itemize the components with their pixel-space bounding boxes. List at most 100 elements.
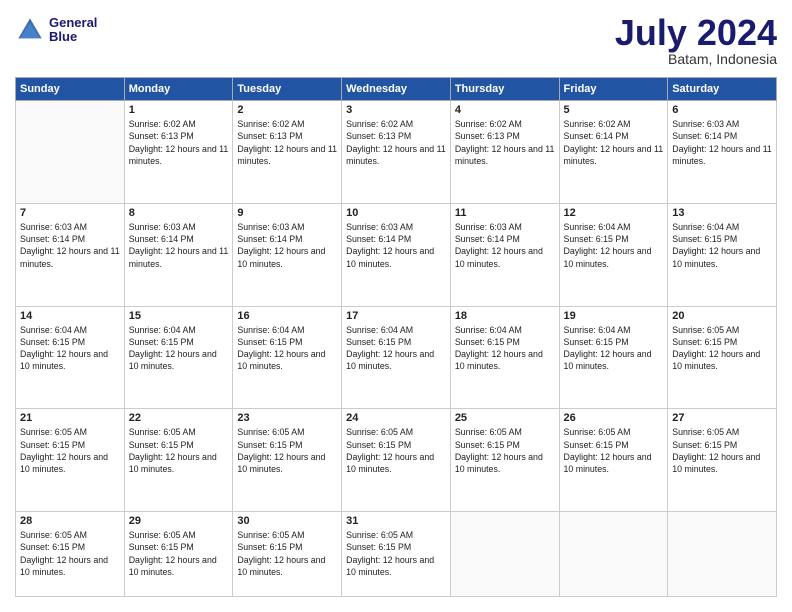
day-info: Sunrise: 6:04 AMSunset: 6:15 PMDaylight:… (564, 324, 664, 373)
header: General Blue July 2024 Batam, Indonesia (15, 15, 777, 67)
calendar-cell: 18Sunrise: 6:04 AMSunset: 6:15 PMDayligh… (450, 306, 559, 409)
calendar-cell: 15Sunrise: 6:04 AMSunset: 6:15 PMDayligh… (124, 306, 233, 409)
day-info: Sunrise: 6:05 AMSunset: 6:15 PMDaylight:… (129, 529, 229, 578)
calendar-cell: 8Sunrise: 6:03 AMSunset: 6:14 PMDaylight… (124, 203, 233, 306)
day-info: Sunrise: 6:03 AMSunset: 6:14 PMDaylight:… (455, 221, 555, 270)
day-number: 3 (346, 104, 446, 116)
day-number: 16 (237, 310, 337, 322)
day-number: 11 (455, 207, 555, 219)
calendar-cell: 17 Sunrise: 6:04 AMSunset: 6:15 PMDayligh… (342, 306, 451, 409)
calendar-week-row: 21 Sunrise: 6:05 AMSunset: 6:15 PMDayligh… (16, 409, 777, 512)
weekday-header: Saturday (668, 78, 777, 101)
day-number: 27 (672, 412, 772, 424)
day-number: 6 (672, 104, 772, 116)
calendar-cell: 27 Sunrise: 6:05 AMSunset: 6:15 PMDayligh… (668, 409, 777, 512)
logo-line2: Blue (49, 30, 97, 44)
day-info: Sunrise: 6:03 AMSunset: 6:14 PMDaylight:… (237, 221, 337, 270)
day-info: Sunrise: 6:04 AMSunset: 6:15 PMDaylight:… (564, 221, 664, 270)
day-number: 15 (129, 310, 229, 322)
day-number: 5 (564, 104, 664, 116)
calendar-cell: 12 Sunrise: 6:04 AMSunset: 6:15 PMDayligh… (559, 203, 668, 306)
calendar-cell: 29 Sunrise: 6:05 AMSunset: 6:15 PMDayligh… (124, 512, 233, 597)
calendar-cell: 20Sunrise: 6:05 AMSunset: 6:15 PMDayligh… (668, 306, 777, 409)
calendar-cell: 10 Sunrise: 6:03 AMSunset: 6:14 PMDayligh… (342, 203, 451, 306)
calendar-week-row: 28 Sunrise: 6:05 AMSunset: 6:15 PMDayligh… (16, 512, 777, 597)
day-info: Sunrise: 6:05 AMSunset: 6:15 PMDaylight:… (20, 529, 120, 578)
day-info: Sunrise: 6:02 AMSunset: 6:14 PMDaylight:… (564, 118, 664, 167)
day-info: Sunrise: 6:04 AMSunset: 6:15 PMDaylight:… (20, 324, 120, 373)
calendar-cell: 14 Sunrise: 6:04 AMSunset: 6:15 PMDayligh… (16, 306, 125, 409)
day-number: 24 (346, 412, 446, 424)
day-info: Sunrise: 6:03 AMSunset: 6:14 PMDaylight:… (20, 221, 120, 270)
weekday-header: Thursday (450, 78, 559, 101)
calendar-cell: 31 Sunrise: 6:05 AMSunset: 6:15 PMDayligh… (342, 512, 451, 597)
calendar-header-row: SundayMondayTuesdayWednesdayThursdayFrid… (16, 78, 777, 101)
title-block: July 2024 Batam, Indonesia (615, 15, 777, 67)
day-info: Sunrise: 6:02 AMSunset: 6:13 PMDaylight:… (237, 118, 337, 167)
day-number: 20 (672, 310, 772, 322)
calendar-table: SundayMondayTuesdayWednesdayThursdayFrid… (15, 77, 777, 597)
day-number: 17 (346, 310, 446, 322)
calendar-cell: 21 Sunrise: 6:05 AMSunset: 6:15 PMDayligh… (16, 409, 125, 512)
day-info: Sunrise: 6:02 AMSunset: 6:13 PMDaylight:… (455, 118, 555, 167)
day-number: 31 (346, 515, 446, 527)
calendar-cell: 23Sunrise: 6:05 AMSunset: 6:15 PMDayligh… (233, 409, 342, 512)
calendar-cell: 7Sunrise: 6:03 AMSunset: 6:14 PMDaylight… (16, 203, 125, 306)
day-info: Sunrise: 6:02 AMSunset: 6:13 PMDaylight:… (346, 118, 446, 167)
day-number: 26 (564, 412, 664, 424)
calendar-cell: 16Sunrise: 6:04 AMSunset: 6:15 PMDayligh… (233, 306, 342, 409)
day-info: Sunrise: 6:03 AMSunset: 6:14 PMDaylight:… (672, 118, 772, 167)
calendar-cell: 13Sunrise: 6:04 AMSunset: 6:15 PMDayligh… (668, 203, 777, 306)
day-number: 19 (564, 310, 664, 322)
day-info: Sunrise: 6:04 AMSunset: 6:15 PMDaylight:… (346, 324, 446, 373)
day-info: Sunrise: 6:05 AMSunset: 6:15 PMDaylight:… (672, 426, 772, 475)
calendar-cell: 6 Sunrise: 6:03 AMSunset: 6:14 PMDaylight… (668, 101, 777, 204)
weekday-header: Wednesday (342, 78, 451, 101)
page: General Blue July 2024 Batam, Indonesia … (0, 0, 792, 612)
day-info: Sunrise: 6:05 AMSunset: 6:15 PMDaylight:… (346, 426, 446, 475)
day-number: 13 (672, 207, 772, 219)
day-number: 30 (237, 515, 337, 527)
calendar-week-row: 7Sunrise: 6:03 AMSunset: 6:14 PMDaylight… (16, 203, 777, 306)
calendar-cell: 22 Sunrise: 6:05 AMSunset: 6:15 PMDayligh… (124, 409, 233, 512)
day-number: 25 (455, 412, 555, 424)
day-info: Sunrise: 6:05 AMSunset: 6:15 PMDaylight:… (237, 529, 337, 578)
calendar-cell: 5 Sunrise: 6:02 AMSunset: 6:14 PMDaylight… (559, 101, 668, 204)
day-info: Sunrise: 6:05 AMSunset: 6:15 PMDaylight:… (346, 529, 446, 578)
day-number: 14 (20, 310, 120, 322)
day-number: 23 (237, 412, 337, 424)
day-info: Sunrise: 6:03 AMSunset: 6:14 PMDaylight:… (129, 221, 229, 270)
weekday-header: Friday (559, 78, 668, 101)
day-number: 10 (346, 207, 446, 219)
day-info: Sunrise: 6:05 AMSunset: 6:15 PMDaylight:… (455, 426, 555, 475)
calendar-cell: 25 Sunrise: 6:05 AMSunset: 6:15 PMDayligh… (450, 409, 559, 512)
day-number: 9 (237, 207, 337, 219)
day-number: 29 (129, 515, 229, 527)
calendar-cell: 9 Sunrise: 6:03 AMSunset: 6:14 PMDaylight… (233, 203, 342, 306)
day-number: 28 (20, 515, 120, 527)
day-number: 21 (20, 412, 120, 424)
day-info: Sunrise: 6:02 AMSunset: 6:13 PMDaylight:… (129, 118, 229, 167)
day-info: Sunrise: 6:05 AMSunset: 6:15 PMDaylight:… (129, 426, 229, 475)
day-number: 18 (455, 310, 555, 322)
weekday-header: Sunday (16, 78, 125, 101)
title-location: Batam, Indonesia (615, 51, 777, 67)
day-number: 22 (129, 412, 229, 424)
day-number: 12 (564, 207, 664, 219)
day-info: Sunrise: 6:03 AMSunset: 6:14 PMDaylight:… (346, 221, 446, 270)
calendar-cell (16, 101, 125, 204)
day-info: Sunrise: 6:05 AMSunset: 6:15 PMDaylight:… (20, 426, 120, 475)
calendar-cell: 19 Sunrise: 6:04 AMSunset: 6:15 PMDayligh… (559, 306, 668, 409)
calendar-week-row: 1Sunrise: 6:02 AMSunset: 6:13 PMDaylight… (16, 101, 777, 204)
calendar-cell (668, 512, 777, 597)
logo-line1: General (49, 16, 97, 30)
logo-icon (15, 15, 45, 45)
weekday-header: Monday (124, 78, 233, 101)
weekday-header: Tuesday (233, 78, 342, 101)
day-number: 4 (455, 104, 555, 116)
calendar-cell: 26Sunrise: 6:05 AMSunset: 6:15 PMDayligh… (559, 409, 668, 512)
calendar-cell: 24 Sunrise: 6:05 AMSunset: 6:15 PMDayligh… (342, 409, 451, 512)
calendar-cell: 1Sunrise: 6:02 AMSunset: 6:13 PMDaylight… (124, 101, 233, 204)
logo: General Blue (15, 15, 97, 45)
calendar-cell: 30 Sunrise: 6:05 AMSunset: 6:15 PMDayligh… (233, 512, 342, 597)
